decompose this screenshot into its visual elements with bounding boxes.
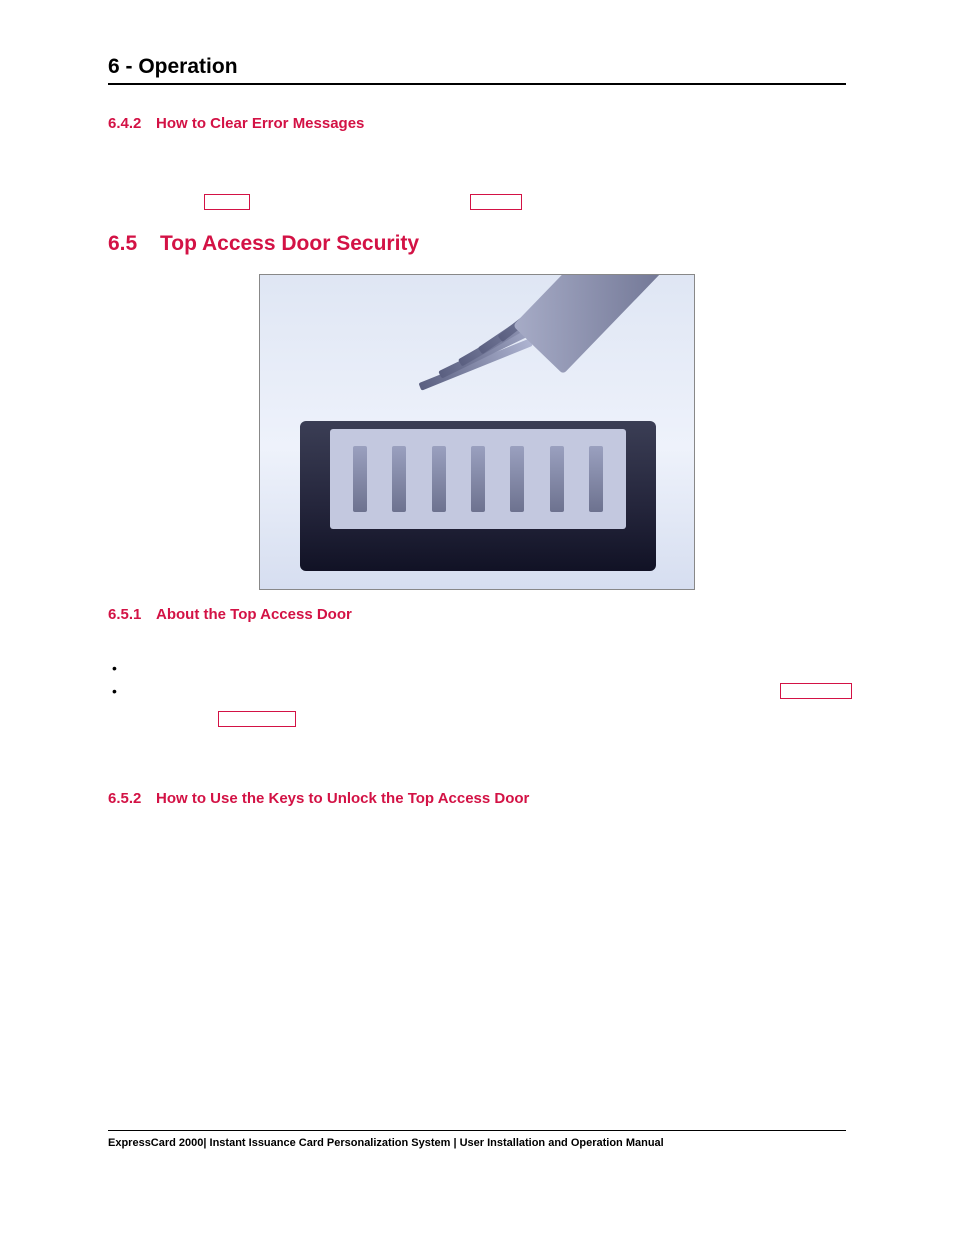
- reference-row: [108, 194, 846, 214]
- heading-number: 6.5.2: [108, 790, 156, 807]
- body-paragraph: [108, 637, 846, 652]
- page-footer: ExpressCard 2000| Instant Issuance Card …: [108, 1130, 846, 1149]
- cross-reference-box: [780, 683, 852, 699]
- heading-6-5: 6.5 Top Access Door Security: [108, 232, 846, 256]
- page-number: 48: [829, 1155, 842, 1169]
- heading-number: 6.4.2: [108, 115, 156, 132]
- heading-text: About the Top Access Door: [156, 606, 352, 623]
- body-paragraph: [108, 146, 846, 184]
- heading-number: 6.5.1: [108, 606, 156, 623]
- cross-reference-box: [204, 194, 250, 210]
- body-paragraph: [108, 743, 846, 781]
- figure-container: [108, 274, 846, 590]
- printer-top-access-figure: [259, 274, 695, 590]
- chapter-title: 6 - Operation: [108, 55, 846, 85]
- heading-text: Top Access Door Security: [160, 232, 419, 256]
- list-item: [132, 658, 846, 678]
- list-item: placeholder line of text that stretches …: [132, 681, 846, 701]
- heading-text: How to Clear Error Messages: [156, 115, 364, 132]
- heading-6-5-2: 6.5.2 How to Use the Keys to Unlock the …: [108, 790, 846, 807]
- heading-number: 6.5: [108, 232, 160, 256]
- heading-6-5-1: 6.5.1 About the Top Access Door: [108, 606, 846, 623]
- heading-6-4-2: 6.4.2 How to Clear Error Messages: [108, 115, 846, 132]
- cross-reference-box: [218, 711, 296, 727]
- reference-row: [108, 711, 846, 733]
- document-page: 6 - Operation 6.4.2 How to Clear Error M…: [0, 0, 954, 1235]
- heading-text: How to Use the Keys to Unlock the Top Ac…: [156, 790, 529, 807]
- bullet-list: placeholder line of text that stretches …: [108, 658, 846, 701]
- cross-reference-box: [470, 194, 522, 210]
